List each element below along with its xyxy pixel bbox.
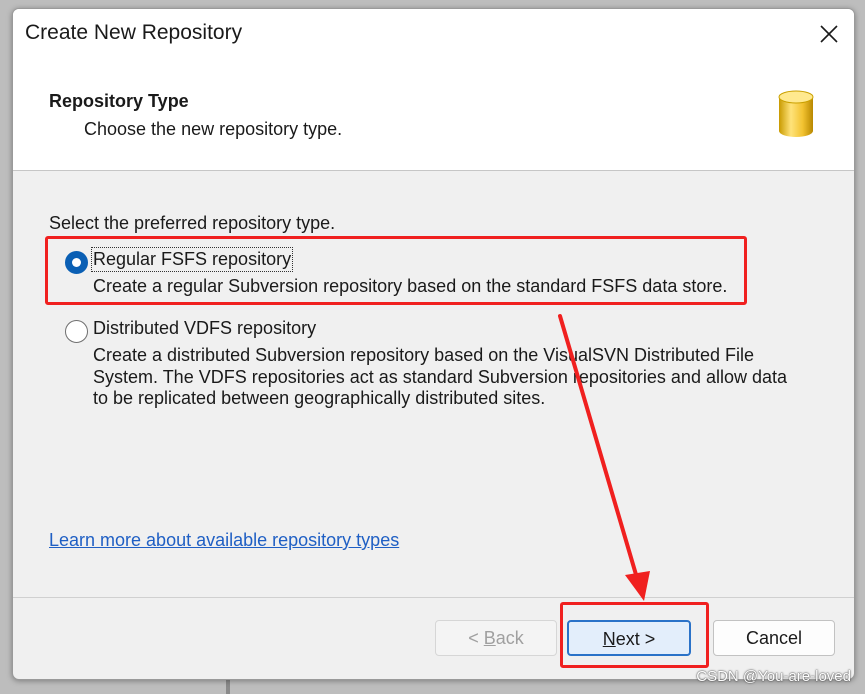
vdfs-radio-button[interactable] [65,320,88,343]
fsfs-option-description: Create a regular Subversion repository b… [93,276,728,296]
next-rest: ext > [615,629,656,649]
fsfs-radio-button[interactable] [65,251,88,274]
fsfs-option-label[interactable]: Regular FSFS repository [90,247,294,272]
vdfs-option-description: Create a distributed Subversion reposito… [93,345,788,408]
back-rest: ack [495,628,524,648]
page-subtitle: Choose the new repository type. [84,119,343,139]
watermark-text: CSDN @You-are-loved [696,668,851,685]
learn-more-link[interactable]: Learn more about available repository ty… [49,530,399,551]
next-button[interactable]: Next > [567,620,691,656]
wizard-header: Repository Type Choose the new repositor… [13,59,854,171]
cancel-button[interactable]: Cancel [713,620,835,656]
title-bar: Create New Repository [13,9,854,59]
back-mnemonic: B [483,628,496,648]
selection-prompt: Select the preferred repository type. [49,213,336,233]
close-icon [820,25,838,43]
next-mnemonic: N [602,629,616,649]
page-title: Repository Type [49,91,189,111]
footer-separator [13,597,854,598]
database-icon [778,90,814,137]
create-repository-dialog: Create New Repository Repository Type Ch… [12,8,855,680]
back-button[interactable]: < Back [435,620,557,656]
back-prefix: < [468,628,484,648]
vdfs-option-label[interactable]: Distributed VDFS repository [93,318,316,339]
window-title: Create New Repository [25,21,243,44]
close-button[interactable] [814,19,844,49]
